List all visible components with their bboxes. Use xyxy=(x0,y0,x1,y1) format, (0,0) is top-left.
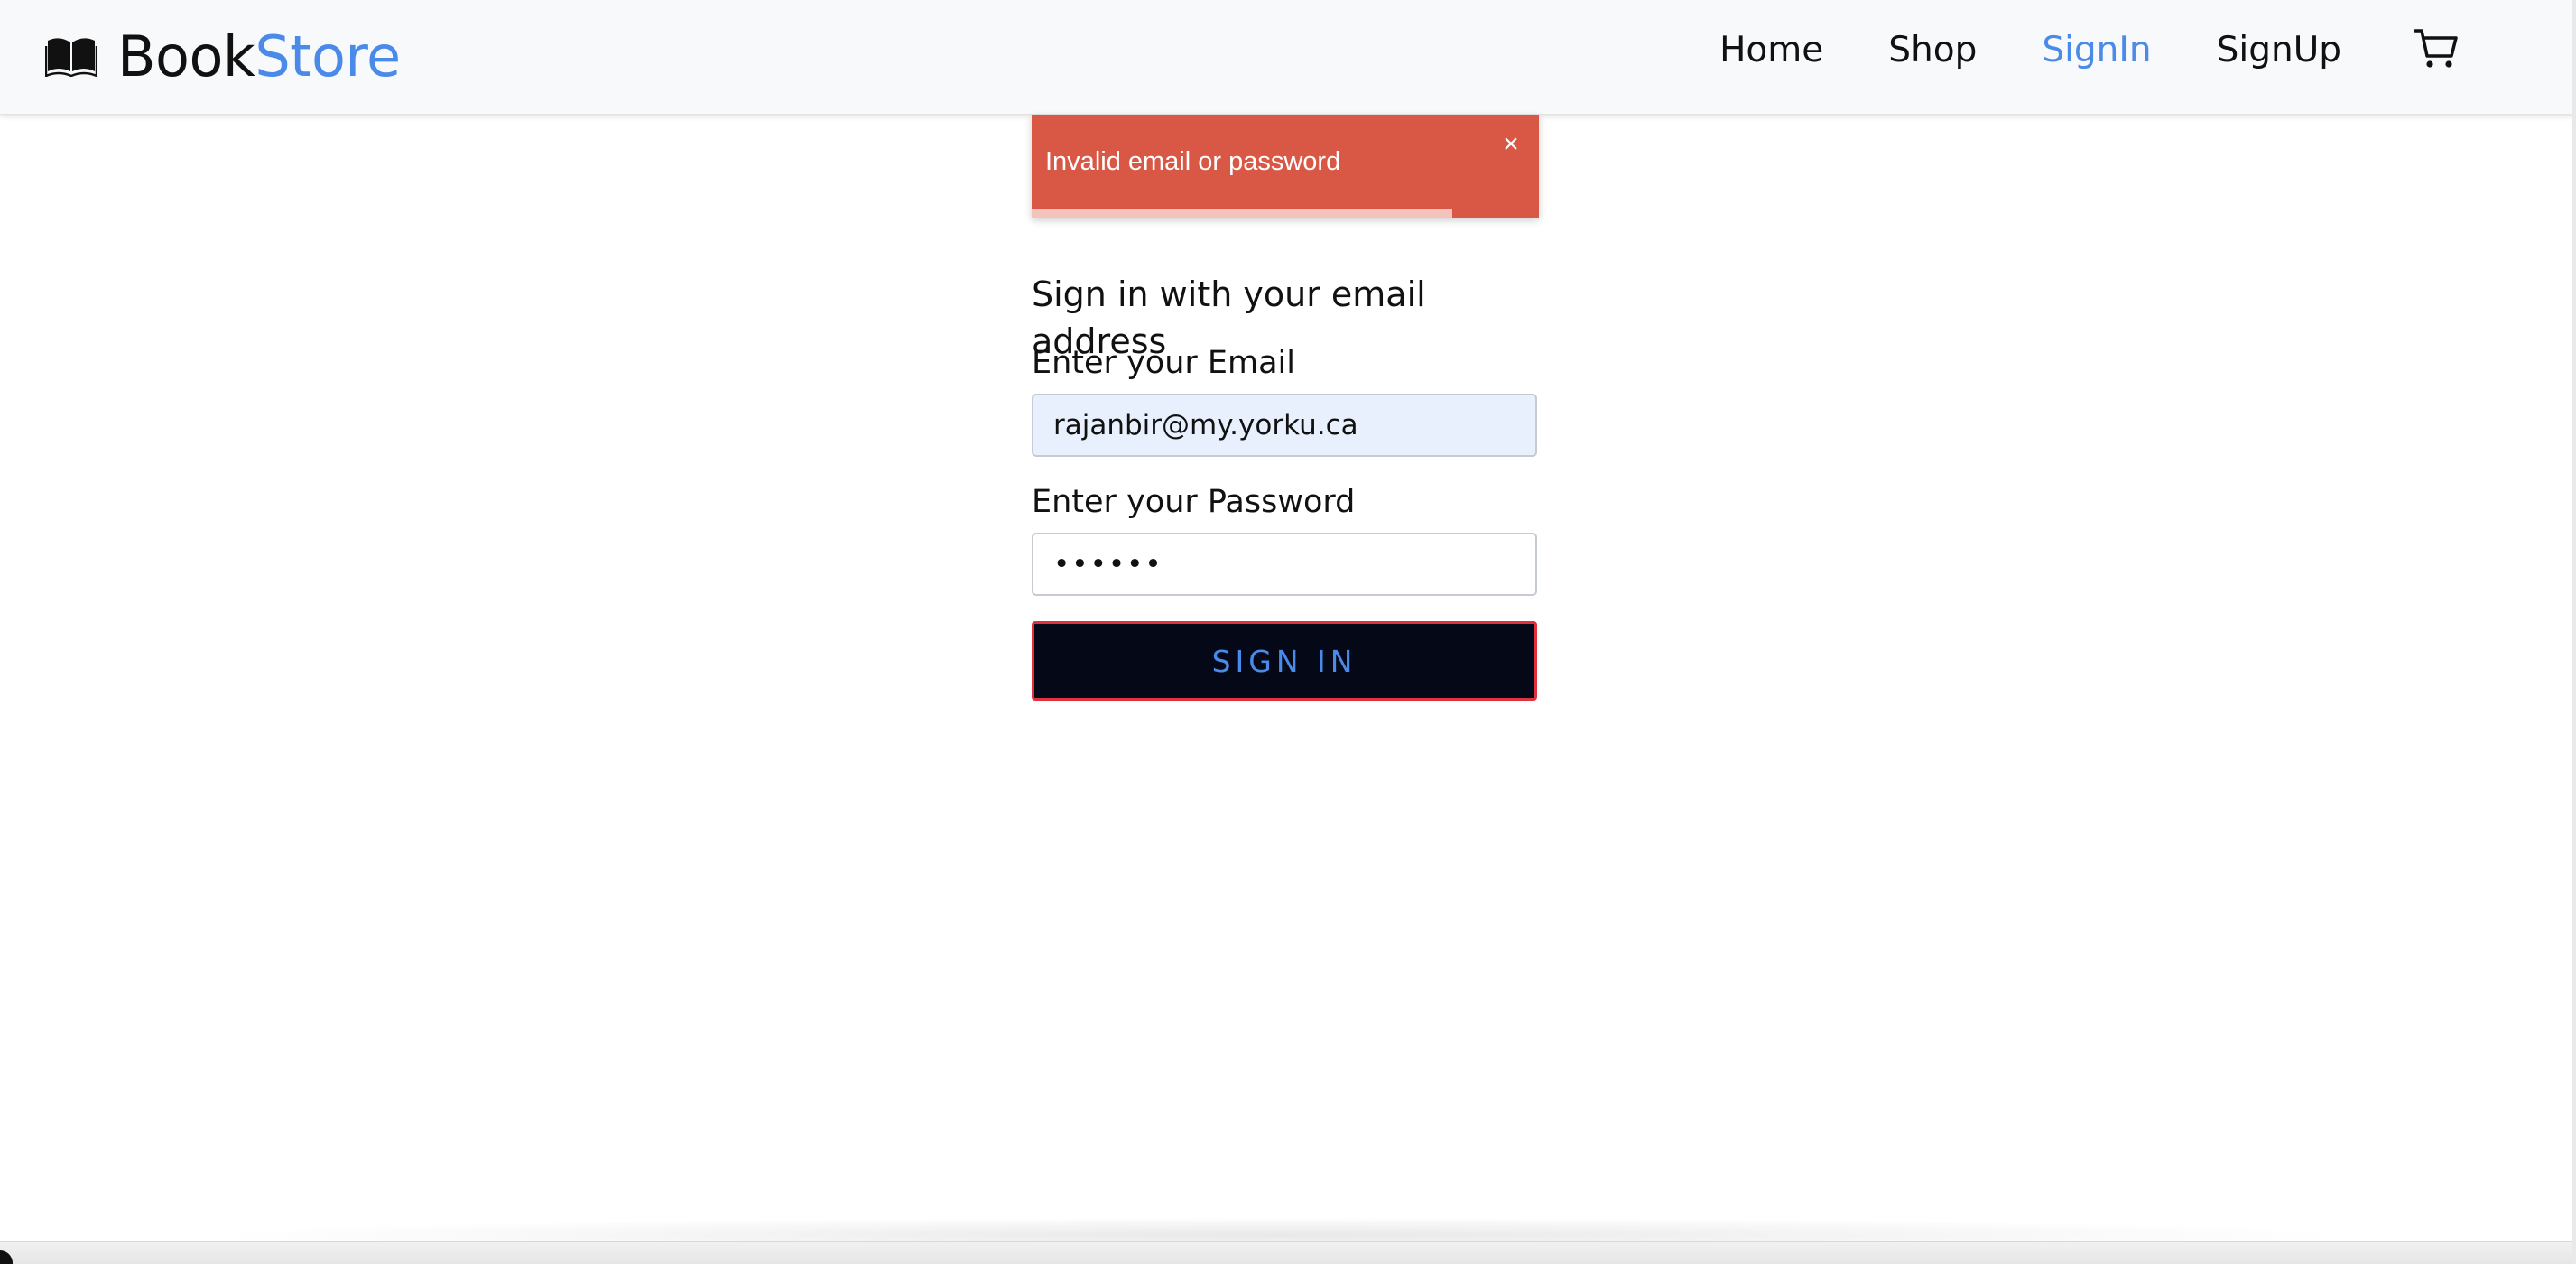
email-field[interactable] xyxy=(1032,394,1537,457)
close-icon[interactable]: × xyxy=(1497,131,1524,158)
toast-message: Invalid email or password xyxy=(1045,147,1341,176)
bottom-bar xyxy=(0,1241,2576,1264)
nav-home[interactable]: Home xyxy=(1719,30,1823,70)
toast-progress-bar xyxy=(1032,209,1453,218)
password-field[interactable] xyxy=(1032,533,1537,596)
brand-name-accent: Store xyxy=(255,23,401,89)
nav-signup[interactable]: SignUp xyxy=(2217,30,2341,70)
open-book-icon xyxy=(44,35,98,78)
signin-form: Sign in with your email address Enter yo… xyxy=(1032,271,1539,701)
scrollbar-track[interactable] xyxy=(2572,0,2576,1264)
email-label: Enter your Email xyxy=(1032,345,1295,381)
password-label: Enter your Password xyxy=(1032,484,1356,520)
nav-shop[interactable]: Shop xyxy=(1888,30,1977,70)
brand-name: BookStore xyxy=(117,23,401,89)
brand-name-primary: Book xyxy=(117,23,255,89)
nav-signin[interactable]: SignIn xyxy=(2042,30,2151,70)
nav-links: Home Shop SignIn SignUp xyxy=(1719,20,2341,79)
error-toast: Invalid email or password × xyxy=(1032,115,1539,218)
page: BookStore Home Shop SignIn SignUp Invali… xyxy=(0,0,2576,1264)
signin-button[interactable]: SIGN IN xyxy=(1032,621,1537,701)
navbar: BookStore Home Shop SignIn SignUp xyxy=(0,0,2576,115)
form-title: Sign in with your email address xyxy=(1032,274,1426,361)
cart-icon[interactable] xyxy=(2414,27,2459,70)
brand-link[interactable]: BookStore xyxy=(44,20,401,92)
